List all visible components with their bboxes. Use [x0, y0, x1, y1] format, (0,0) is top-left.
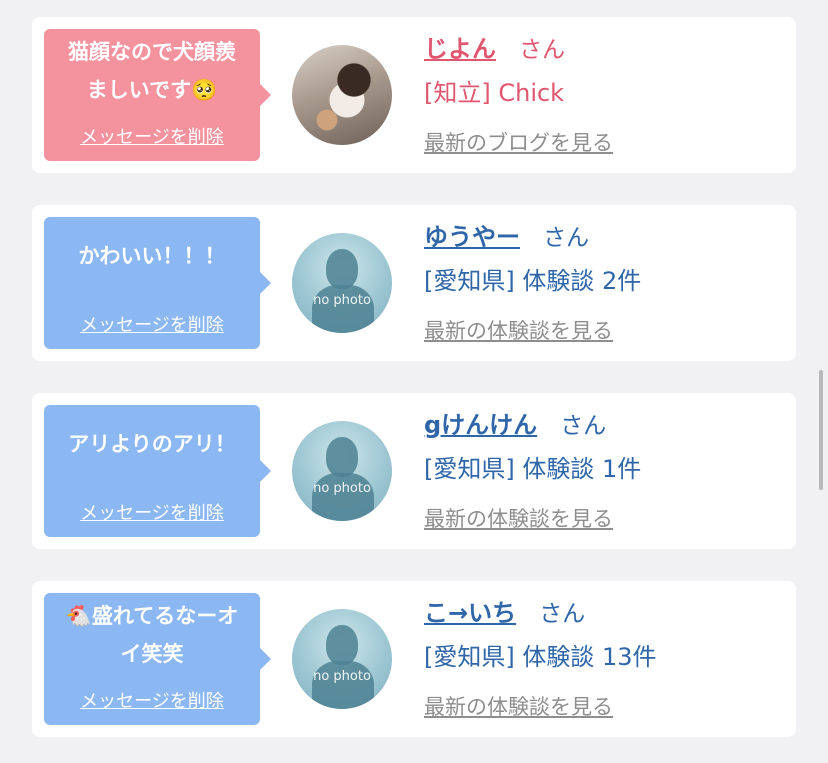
message-bubble: 🐔盛れてるなーオ イ笑笑 メッセージを削除 [44, 593, 271, 725]
message-text-line: かわいい！！！ [78, 244, 226, 268]
message-text-line: ましいです🥺 [86, 78, 218, 102]
message-bubble: アリよりのアリ！ メッセージを削除 [44, 405, 271, 537]
message-bubble: 猫顔なので犬顔羨 ましいです🥺 メッセージを削除 [44, 29, 271, 161]
message-card: 🐔盛れてるなーオ イ笑笑 メッセージを削除 no photo こ→いち さん [… [32, 581, 796, 737]
latest-blog-link[interactable]: 最新のブログを見る [424, 127, 613, 157]
user-avatar-photo[interactable] [292, 45, 392, 145]
user-name-link[interactable]: gけんけん [424, 411, 537, 439]
message-text-line: イ笑笑 [120, 642, 184, 666]
user-meta: [知立] Chick [424, 79, 565, 107]
no-photo-label: no photo [313, 481, 371, 496]
honorific: さん [560, 413, 607, 439]
user-name-row: じよん さん [424, 29, 565, 64]
message-bubble: かわいい！！！ メッセージを削除 [44, 217, 271, 349]
no-photo-label: no photo [313, 669, 371, 684]
user-avatar-placeholder[interactable]: no photo [292, 609, 392, 709]
user-avatar-placeholder[interactable]: no photo [292, 233, 392, 333]
message-text-line: 🐔盛れてるなーオ [65, 604, 239, 628]
honorific: さん [539, 601, 586, 627]
user-name-link[interactable]: じよん [424, 35, 496, 63]
user-meta: [愛知県] 体験談 2件 [424, 267, 642, 295]
silhouette-icon [326, 249, 358, 289]
message-card: 猫顔なので犬顔羨 ましいです🥺 メッセージを削除 じよん さん [知立] Chi… [32, 17, 796, 173]
message-text-line: アリよりのアリ！ [68, 432, 236, 456]
silhouette-icon [326, 437, 358, 477]
latest-experience-link[interactable]: 最新の体験談を見る [424, 315, 613, 345]
user-name-row: ゆうやー さん [424, 217, 589, 252]
user-name-row: こ→いち さん [424, 593, 585, 628]
message-card: アリよりのアリ！ メッセージを削除 no photo gけんけん さん [愛知県… [32, 393, 796, 549]
delete-message-link[interactable]: メッセージを削除 [44, 691, 260, 713]
latest-experience-link[interactable]: 最新の体験談を見る [424, 503, 613, 533]
no-photo-label: no photo [313, 293, 371, 308]
user-avatar-placeholder[interactable]: no photo [292, 421, 392, 521]
user-name-link[interactable]: ゆうやー [424, 223, 520, 251]
message-card: かわいい！！！ メッセージを削除 no photo ゆうやー さん [愛知県] … [32, 205, 796, 361]
honorific: さん [519, 37, 566, 63]
user-meta: [愛知県] 体験談 1件 [424, 455, 642, 483]
user-meta: [愛知県] 体験談 13件 [424, 643, 657, 671]
delete-message-link[interactable]: メッセージを削除 [44, 503, 260, 525]
delete-message-link[interactable]: メッセージを削除 [44, 315, 260, 337]
delete-message-link[interactable]: メッセージを削除 [44, 127, 260, 149]
message-text-line: 猫顔なので犬顔羨 [68, 40, 236, 64]
user-name-row: gけんけん さん [424, 405, 606, 440]
user-name-link[interactable]: こ→いち [424, 599, 516, 627]
scrollbar[interactable] [819, 370, 823, 490]
silhouette-icon [326, 625, 358, 665]
latest-experience-link[interactable]: 最新の体験談を見る [424, 691, 613, 721]
honorific: さん [543, 225, 590, 251]
